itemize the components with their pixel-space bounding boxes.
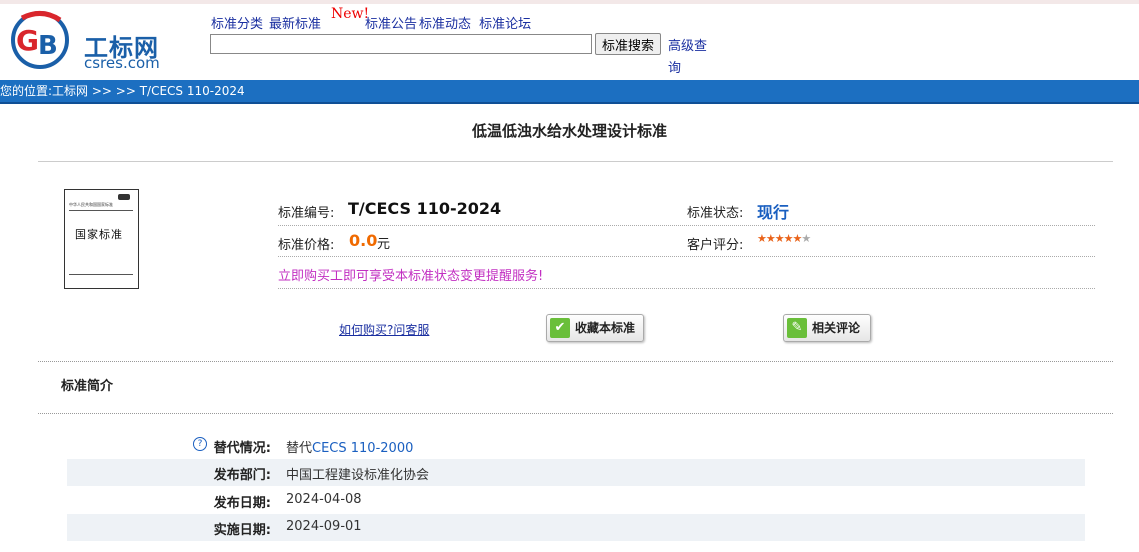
status-label: 标准状态: [687,206,744,221]
cover-header-text: 中华人民共和国国家标准 [69,202,113,207]
detail-label: 发布部门: [213,468,271,483]
detail-value: 中国工程建设标准化协会 [286,468,430,483]
standard-cover-image: 中华人民共和国国家标准 国家标准 [64,189,139,289]
top-strip [0,0,1139,4]
rating-stars-icon: ★★★★★★ [757,232,811,245]
detail-row-publisher: 发布部门: 中国工程建设标准化协会 [67,459,1085,486]
breadcrumb-text[interactable]: 您的位置:工标网 >> >> T/CECS 110-2024 [0,84,245,98]
section-title: 标准简介 [61,379,114,394]
how-to-buy-link[interactable]: 如何购买?问客服 [339,321,429,338]
advanced-search-link[interactable]: 高级查询 [668,36,718,80]
help-icon[interactable]: ? [193,437,207,451]
svg-text:B: B [38,31,58,61]
star-empty-icon: ★ [801,232,811,245]
nav-standard-forum[interactable]: 标准论坛 [479,17,531,32]
nav-standard-category[interactable]: 标准分类 [211,17,263,32]
replacement-prefix: 替代 [286,441,313,456]
search-input[interactable] [210,34,592,54]
favorite-label: 收藏本标准 [575,321,636,335]
code-value: T/CECS 110-2024 [348,199,502,218]
star-icon: ★ [774,232,785,245]
cover-gb-badge [118,194,130,200]
detail-label: 发布日期: [213,496,271,511]
nav-standard-announcements[interactable]: 标准公告 [365,17,417,32]
promo-text: 立即购买工即可享受本标准状态变更提醒服务! [278,269,544,284]
detail-row-replacement: ? 替代情况: 替代CECS 110-2000 [67,432,1085,459]
star-icon: ★ [757,232,767,245]
price-value: 0.0 [349,231,378,250]
divider [38,413,1113,414]
rating-label: 客户评分: [687,238,744,253]
code-label: 标准编号: [278,206,335,221]
detail-label: 替代情况: [213,441,271,456]
star-icon: ★ [783,232,794,245]
edit-note-icon: ✎ [787,318,807,338]
new-badge: New! [331,6,370,22]
search-button[interactable]: 标准搜索 [595,33,662,55]
comments-label: 相关评论 [812,321,861,335]
comments-button[interactable]: ✎ 相关评论 [783,314,872,342]
svg-text:G: G [16,24,39,57]
logo-gb-icon: G B [11,11,69,69]
detail-label: 实施日期: [213,523,271,538]
nav-standard-news[interactable]: 标准动态 [419,17,471,32]
checkmark-icon: ✔ [550,318,570,338]
divider [38,361,1113,362]
detail-value: 2024-09-01 [286,519,362,534]
divider [38,161,1113,162]
top-nav: 标准分类 最新标准 标准公告 标准动态 标准论坛 [211,13,537,32]
cover-rule [69,210,133,211]
favorite-button[interactable]: ✔ 收藏本标准 [546,314,645,342]
price-unit: 元 [377,237,391,252]
logo-url: csres.com [84,54,160,72]
star-icon: ★ [765,232,776,245]
replaced-standard-link[interactable]: CECS 110-2000 [312,441,413,456]
page-title: 低温低浊水给水处理设计标准 [471,122,667,140]
cover-rule [69,274,133,275]
detail-row-publish-date: 发布日期: 2024-04-08 [67,487,1085,514]
site-logo[interactable]: G B 工标网 csres.com [2,6,172,72]
detail-row-effective-date: 实施日期: 2024-09-01 [67,514,1085,541]
price-label: 标准价格: [278,238,335,253]
detail-value: 替代CECS 110-2000 [286,437,413,456]
cover-big-text: 国家标准 [75,228,123,241]
breadcrumb: 您的位置:工标网 >> >> T/CECS 110-2024 [0,80,1139,104]
nav-latest-standards[interactable]: 最新标准 [269,17,321,32]
status-value: 现行 [757,203,790,222]
detail-value: 2024-04-08 [286,492,362,507]
